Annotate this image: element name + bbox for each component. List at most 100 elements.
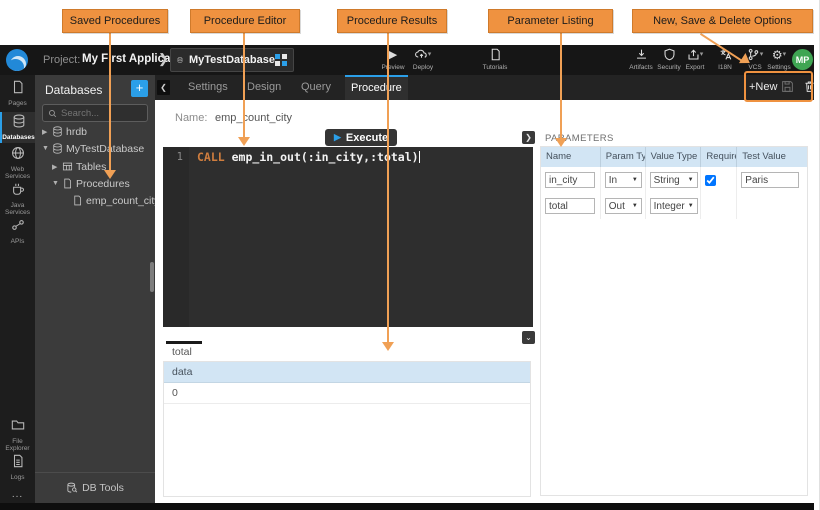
add-database-button[interactable]: + [131, 80, 148, 97]
tree-item-mytestdatabase[interactable]: ▼ MyTestDatabase [35, 141, 155, 158]
tab-design[interactable]: Design [241, 75, 287, 100]
panel-scrollbar[interactable] [150, 262, 154, 292]
dropdown-arrow-icon: ▼ [688, 203, 694, 209]
caret-down-icon[interactable]: ▼ [52, 180, 59, 187]
search-input[interactable] [61, 108, 141, 119]
callout-arrow-head [555, 138, 567, 147]
upload-icon [687, 48, 700, 61]
database-icon [52, 126, 63, 137]
expand-params-button[interactable]: ❯ [522, 131, 535, 144]
document-icon [489, 48, 502, 61]
parameter-row: In▼ String▼ [541, 167, 807, 193]
search-box[interactable] [42, 104, 148, 122]
search-icon [48, 109, 57, 118]
sidebar-item-pages[interactable]: Pages [0, 80, 35, 107]
sidebar-item-web-services[interactable]: Web Services [0, 146, 35, 180]
text-cursor [419, 151, 420, 163]
left-nav-rail: Pages Databases Web Services Java Servic… [0, 75, 35, 503]
callout-arrow-head [238, 137, 250, 146]
tutorials-button[interactable]: Tutorials [472, 48, 518, 71]
sql-code-editor[interactable]: 1 CALL emp_in_out(:in_city,:total) [163, 147, 533, 327]
line-number: 1 [163, 151, 183, 163]
rail-more-button[interactable]: ... [0, 489, 35, 500]
callout-arrow-line [243, 33, 245, 138]
active-result-tab-indicator [166, 341, 202, 344]
database-icon [177, 54, 183, 66]
table-icon [62, 161, 73, 172]
switch-view-grid-icon[interactable] [275, 54, 287, 66]
api-connector-icon [11, 218, 25, 232]
chevron-down-icon: ▾ [783, 51, 787, 58]
sidebar-item-file-explorer[interactable]: File Explorer [0, 418, 35, 452]
app-root: Saved Procedures Procedure Editor Proced… [0, 0, 820, 510]
procedure-file-icon [62, 178, 73, 189]
collapse-results-button[interactable]: ⌄ [522, 331, 535, 344]
param-type-select[interactable]: Out▼ [605, 198, 642, 214]
param-type-select[interactable]: In▼ [605, 172, 642, 188]
required-checkbox[interactable] [705, 175, 716, 186]
current-database-selector[interactable]: MyTestDatabase [170, 48, 294, 72]
caret-right-icon[interactable]: ▶ [42, 128, 47, 136]
caret-right-icon[interactable]: ▶ [52, 163, 57, 171]
tab-procedure[interactable]: Procedure [345, 75, 408, 100]
callout-saved-procedures: Saved Procedures [62, 9, 168, 33]
editor-gutter [163, 147, 189, 327]
sql-keyword: CALL [197, 150, 225, 164]
callout-parameter-listing: Parameter Listing [488, 9, 613, 33]
parameter-row: Out▼ Integer▼ [541, 193, 807, 219]
db-tools-icon [66, 482, 78, 494]
cloud-upload-icon [415, 48, 428, 61]
callout-arrow-line [387, 33, 389, 343]
callout-arrow-head [104, 170, 116, 179]
procedure-name-label: Name: [175, 112, 207, 124]
tab-settings[interactable]: Settings [182, 75, 234, 100]
project-label: Project: [43, 54, 80, 66]
caret-down-icon[interactable]: ▼ [42, 145, 49, 152]
sidebar-item-java-services[interactable]: Java Services [0, 182, 35, 216]
tab-bar: ❮ Settings Design Query Procedure +New [155, 75, 814, 100]
test-value-input[interactable] [741, 172, 799, 188]
dropdown-arrow-icon: ▼ [632, 177, 638, 183]
tree-item-hrdb[interactable]: ▶ hrdb [35, 124, 155, 141]
log-file-icon [11, 454, 25, 468]
sidebar-item-logs[interactable]: Logs [0, 454, 35, 481]
tree-item-emp-count-city[interactable]: emp_count_city [35, 193, 155, 210]
results-column-header: data [164, 362, 530, 383]
database-icon [52, 143, 63, 154]
sidebar-item-apis[interactable]: APIs [0, 218, 35, 245]
page-icon [11, 80, 25, 94]
db-tools-button[interactable]: DB Tools [35, 472, 155, 503]
dropdown-arrow-icon: ▼ [688, 177, 694, 183]
value-type-select[interactable]: Integer▼ [650, 198, 698, 214]
user-avatar[interactable]: MP [792, 49, 813, 70]
callout-procedure-editor: Procedure Editor [190, 9, 300, 33]
collapse-panel-button[interactable]: ❮ [157, 80, 170, 95]
callout-arrow-line [109, 33, 111, 171]
bottom-edge-bar [0, 503, 814, 510]
callout-arrow-line [560, 33, 562, 139]
deploy-button[interactable]: ▾ Deploy [400, 48, 446, 71]
current-database-name: MyTestDatabase [189, 54, 275, 66]
top-toolbar: Project: My First Application ❯ MyTestDa… [0, 45, 814, 75]
value-type-select[interactable]: String▼ [650, 172, 698, 188]
param-name-input[interactable] [545, 198, 595, 214]
callout-new-save-delete: New, Save & Delete Options [632, 9, 813, 33]
databases-panel: Databases + ▶ hrdb ▼ MyTestDatabase ▶ Ta… [35, 75, 155, 503]
results-grid: data 0 [163, 361, 531, 497]
coffee-cup-icon [11, 182, 25, 196]
callout-arrow-head [382, 342, 394, 351]
chevron-down-icon: ▾ [428, 51, 432, 58]
gear-icon: ⚙ [772, 48, 783, 62]
tree-item-procedures[interactable]: ▼ Procedures [35, 176, 155, 193]
folder-icon [11, 418, 25, 432]
tree-item-tables[interactable]: ▶ Tables [35, 159, 155, 176]
parameters-header-row: Name Param Type Value Type Required Test… [541, 147, 807, 167]
result-tab-total[interactable]: total [172, 346, 192, 358]
tab-query[interactable]: Query [295, 75, 337, 100]
toolbar-highlight-rect [744, 71, 813, 102]
procedure-name-value: emp_count_city [215, 112, 292, 124]
wavemaker-logo-icon [6, 49, 28, 71]
param-name-input[interactable] [545, 172, 595, 188]
parameters-panel: Name Param Type Value Type Required Test… [540, 146, 808, 496]
sidebar-item-databases[interactable]: Databases [0, 112, 35, 143]
